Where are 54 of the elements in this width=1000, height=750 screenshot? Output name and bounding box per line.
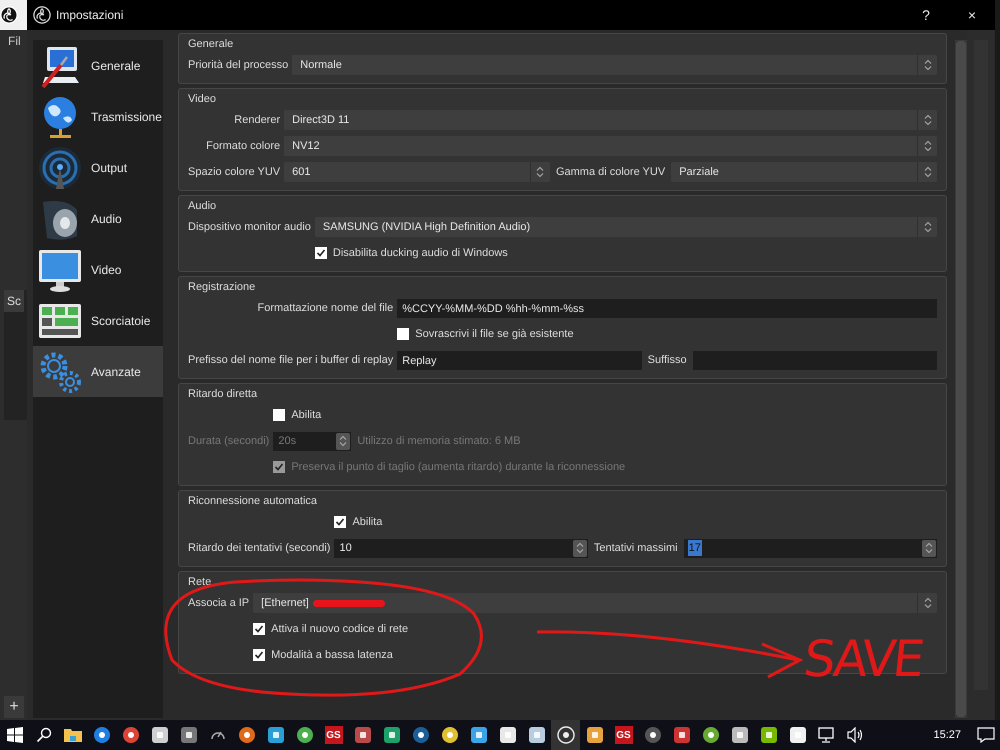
window-title: Impostazioni — [56, 7, 124, 24]
dropdown[interactable]: 601 — [284, 162, 550, 182]
checkbox-label: Sovrascrivi il file se già esistente — [415, 326, 574, 342]
field-label: Formattazione nome del file — [258, 302, 394, 314]
dropdown[interactable]: SAMSUNG (NVIDIA High Definition Audio) — [314, 217, 937, 237]
field-label: Suffisso — [648, 352, 687, 368]
spin-box[interactable]: 17 — [684, 538, 937, 558]
group-title: Riconnessione automatica — [188, 494, 318, 509]
dropdown[interactable]: Parziale — [671, 162, 938, 182]
checkbox-label: Preserva il punto di taglio (aumenta ritardo) durante la riconnessione — [291, 460, 626, 475]
hint-text: Utilizzo di memoria stimato: 6 MB — [357, 434, 521, 449]
checkbox-label: Modalità a bassa latenza — [271, 648, 393, 663]
checkbox-label: Disabilita ducking audio di Windows — [332, 246, 508, 261]
field-label: Ritardo dei tentativi (secondi) — [188, 542, 330, 554]
spin-box[interactable]: 10 — [334, 538, 588, 558]
dropdown[interactable]: [Ethernet] — [253, 593, 937, 613]
field-label: Durata (secondi) — [188, 434, 270, 447]
sidebar-item[interactable]: Scorciatoie — [33, 295, 163, 346]
text-field[interactable]: %CCYY-%MM-%DD %hh-%mm-%ss — [397, 298, 937, 318]
add-button[interactable]: + — [4, 696, 24, 718]
checkbox-label: Attiva il nuovo codice di rete — [271, 622, 408, 637]
sidebar-item[interactable]: Generale — [33, 40, 163, 91]
group-title: Video — [188, 92, 217, 107]
field-label: Associa a IP — [188, 596, 250, 609]
dropdown[interactable]: Normale — [292, 55, 937, 75]
sidebar-item[interactable]: Video — [33, 244, 163, 295]
field-label: Dispositivo monitor audio — [188, 220, 311, 233]
field-label: Spazio colore YUV — [188, 166, 280, 178]
checkbox-label: Abilita — [352, 514, 382, 530]
field-label: Formato colore — [206, 140, 280, 152]
dropdown[interactable]: Direct3D 11 — [284, 110, 937, 130]
menu-item[interactable]: Fil — [0, 32, 27, 50]
field-label: Renderer — [234, 114, 280, 126]
group-title: Generale — [188, 37, 234, 52]
checkbox-label: Abilita — [291, 408, 322, 423]
group-title: Ritardo diretta — [188, 387, 258, 402]
sidebar-item[interactable]: Output — [33, 142, 163, 193]
text-field[interactable]: Replay — [397, 350, 642, 370]
panel-title: Sc — [4, 290, 24, 312]
group-title: Audio — [188, 199, 218, 214]
group-title: Rete — [188, 575, 212, 590]
field-label: Gamma di colore YUV — [556, 164, 666, 180]
app-badge[interactable]: GS — [324, 726, 342, 744]
field-label: Prefisso del nome file per i buffer di replay — [188, 354, 394, 366]
annotation-text: SAVE — [801, 634, 924, 684]
group-title: Registrazione — [188, 280, 256, 295]
sidebar-item[interactable]: Avanzate — [33, 346, 163, 397]
field-label: Priorità del processo — [188, 58, 288, 71]
dropdown[interactable]: NV12 — [284, 136, 937, 156]
clock-text: 15:27 — [933, 728, 961, 743]
sidebar-item[interactable]: Trasmissione — [33, 91, 163, 142]
field-label: Tentativi massimi — [594, 540, 678, 556]
sidebar-item[interactable]: Audio — [33, 193, 163, 244]
app-badge[interactable]: GS — [614, 726, 632, 744]
